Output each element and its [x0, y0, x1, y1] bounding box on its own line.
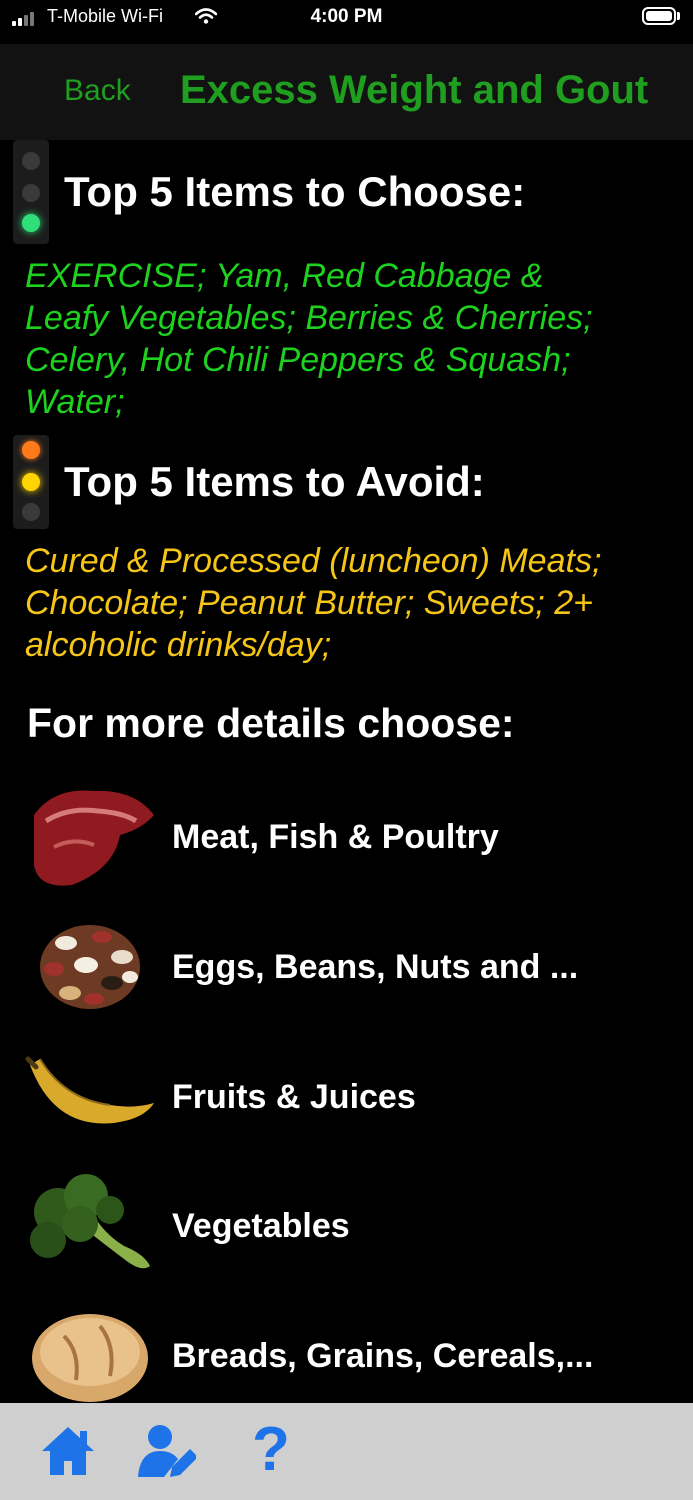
- avoid-line: Chocolate; Peanut Butter; Sweets; 2+: [25, 584, 593, 622]
- status-time: 4:00 PM: [310, 6, 383, 27]
- avoid-items-text: Cured & Processed (luncheon) Meats; Choc…: [25, 540, 665, 666]
- details-heading: For more details choose:: [27, 700, 515, 746]
- status-bar: T-Mobile Wi-Fi 4:00 PM: [0, 0, 693, 44]
- page-title: Excess Weight and Gout: [180, 68, 649, 112]
- category-label: Eggs, Beans, Nuts and ...: [172, 948, 579, 986]
- steak-icon: [34, 790, 154, 886]
- yellow-traffic-light-icon: [13, 435, 49, 529]
- choose-line: Celery, Hot Chili Peppers & Squash;: [25, 341, 571, 379]
- category-label: Vegetables: [172, 1207, 350, 1245]
- choose-line: Water;: [25, 383, 125, 421]
- choose-line: Leafy Vegetables; Berries & Cherries;: [25, 299, 593, 337]
- category-label: Meat, Fish & Poultry: [172, 818, 499, 856]
- choose-line: EXERCISE; Yam, Red Cabbage &: [25, 257, 544, 295]
- battery-icon: [642, 7, 676, 25]
- bottom-tab-bar: ?: [0, 1403, 693, 1500]
- green-traffic-light-icon: [13, 140, 49, 244]
- bread-icon: [32, 1314, 148, 1402]
- category-fruits-juices[interactable]: Fruits & Juices: [0, 1037, 693, 1157]
- choose-heading: Top 5 Items to Choose:: [64, 168, 526, 215]
- category-label: Breads, Grains, Cereals,...: [172, 1337, 594, 1375]
- help-icon[interactable]: ?: [252, 1415, 290, 1485]
- avoid-line: alcoholic drinks/day;: [25, 626, 332, 664]
- beans-icon: [40, 925, 140, 1009]
- avoid-line: Cured & Processed (luncheon) Meats;: [25, 542, 602, 580]
- home-icon[interactable]: [38, 1421, 98, 1481]
- avoid-heading: Top 5 Items to Avoid:: [64, 458, 485, 505]
- category-meat-fish-poultry[interactable]: Meat, Fish & Poultry: [0, 777, 693, 897]
- category-breads-grains-cereals[interactable]: Breads, Grains, Cereals,...: [0, 1296, 693, 1416]
- broccoli-icon: [30, 1174, 150, 1269]
- category-vegetables[interactable]: Vegetables: [0, 1166, 693, 1286]
- back-button[interactable]: Back: [64, 74, 131, 108]
- choose-items-text: EXERCISE; Yam, Red Cabbage & Leafy Veget…: [25, 255, 665, 423]
- category-label: Fruits & Juices: [172, 1078, 416, 1116]
- battery-tip: [677, 12, 680, 20]
- user-edit-icon[interactable]: [136, 1421, 196, 1481]
- navigation-bar: Back Excess Weight and Gout: [0, 44, 693, 140]
- banana-icon: [25, 1056, 154, 1124]
- category-eggs-beans-nuts[interactable]: Eggs, Beans, Nuts and ...: [0, 907, 693, 1027]
